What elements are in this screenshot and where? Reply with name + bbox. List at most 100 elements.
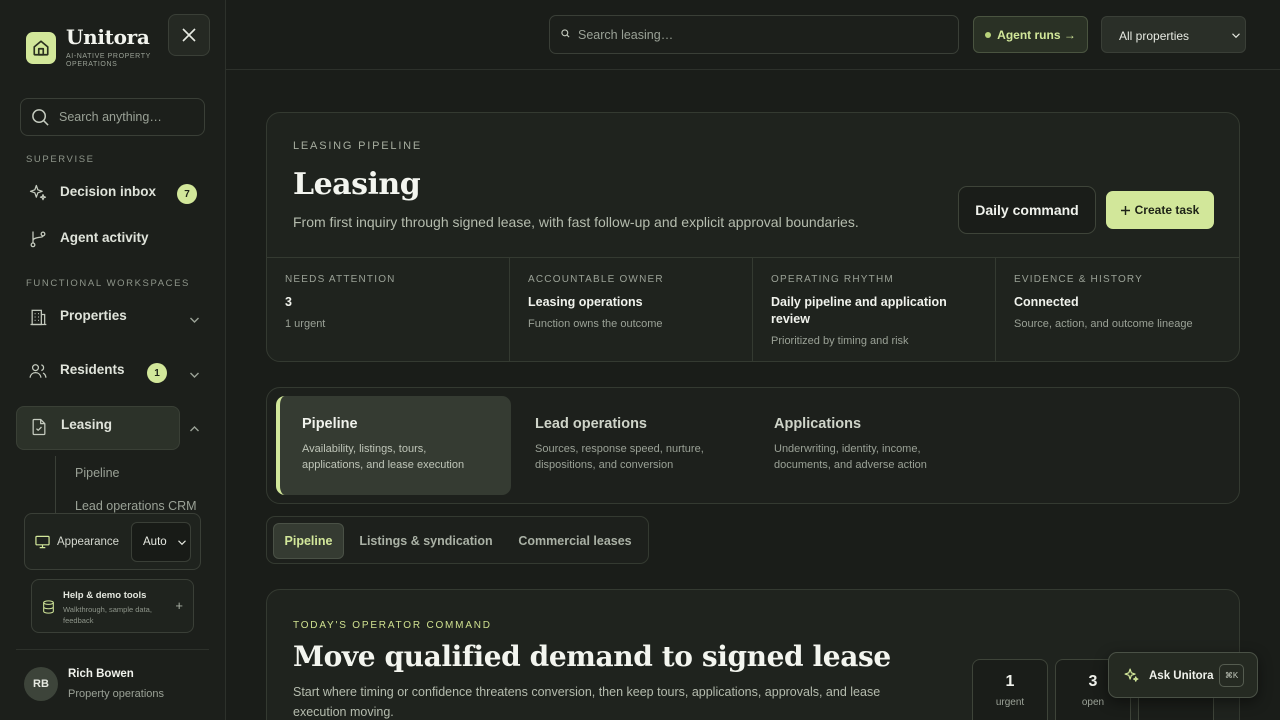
metric-evidence-history: EVIDENCE & HISTORY Connected Source, act…	[996, 258, 1239, 361]
monitor-icon	[35, 535, 50, 549]
property-select[interactable]: All properties	[1101, 16, 1246, 53]
user-name: Rich Bowen	[68, 668, 134, 680]
hero-eyebrow: LEASING PIPELINE	[293, 140, 423, 152]
brand-tagline: AI-NATIVE PROPERTY OPERATIONS	[66, 53, 151, 68]
metric-value: Daily pipeline and application review	[771, 295, 947, 326]
sidebar: Unitora AI-NATIVE PROPERTY OPERATIONS Se…	[0, 0, 226, 720]
ask-unitora-button[interactable]: Ask Unitora ⌘K	[1108, 652, 1258, 698]
metric-label: EVIDENCE & HISTORY	[1014, 274, 1144, 285]
page-subtitle: From first inquiry through signed lease,…	[293, 214, 859, 230]
command-title: Move qualified demand to signed lease	[293, 640, 891, 673]
appearance-value: Auto	[143, 536, 167, 548]
subnav-line	[55, 456, 56, 516]
close-sidebar-button[interactable]	[168, 14, 210, 56]
agent-runs-label: Agent runs →	[997, 27, 1076, 42]
user-role: Property operations	[68, 688, 164, 700]
ask-unitora-label: Ask Unitora	[1149, 670, 1214, 682]
chevron-down-icon	[190, 317, 199, 323]
sidebar-item-agent-activity[interactable]: Agent activity	[16, 216, 180, 260]
sidebar-item-leasing[interactable]: Leasing	[16, 406, 180, 450]
chevron-down-icon	[178, 540, 186, 546]
tab-pipeline[interactable]: Pipeline	[273, 523, 344, 559]
stat-value: 1	[1005, 673, 1015, 690]
leasing-hero-card: LEASING PIPELINE Leasing From first inqu…	[266, 112, 1240, 362]
metric-label: ACCOUNTABLE OWNER	[528, 274, 664, 285]
appearance-label: Appearance	[57, 536, 120, 548]
metric-sub: Source, action, and outcome lineage	[1014, 318, 1193, 330]
help-subtitle: Walkthrough, sample data, feedback	[63, 605, 152, 625]
decision-inbox-badge: 7	[177, 184, 197, 204]
workspace-desc: Sources, response speed, nurture, dispos…	[535, 443, 704, 471]
workspace-title: Applications	[774, 416, 862, 432]
command-eyebrow: TODAY'S OPERATOR COMMAND	[293, 620, 492, 631]
status-dot-icon	[985, 31, 992, 38]
users-icon	[29, 364, 47, 378]
database-icon	[43, 600, 54, 614]
daily-command-button[interactable]: Daily command	[958, 186, 1096, 234]
tab-listings-syndication[interactable]: Listings & syndication	[353, 523, 499, 559]
metric-sub: 1 urgent	[285, 318, 326, 330]
create-task-label: Create task	[1134, 203, 1200, 217]
metric-needs-attention: NEEDS ATTENTION 3 1 urgent	[267, 258, 510, 361]
metric-operating-rhythm: OPERATING RHYTHM Daily pipeline and appl…	[753, 258, 996, 361]
metric-accountable-owner: ACCOUNTABLE OWNER Leasing operations Fun…	[510, 258, 753, 361]
workspace-desc: Underwriting, identity, income, document…	[774, 443, 927, 471]
sidebar-divider	[16, 649, 209, 650]
home-logo-icon[interactable]	[26, 32, 56, 64]
page-title: Leasing	[293, 167, 421, 202]
workspace-title: Lead operations	[535, 416, 647, 432]
plus-icon: +	[175, 598, 183, 613]
subnav-item-lead-operations-crm[interactable]: Lead operations CRM	[75, 499, 197, 513]
agent-runs-button[interactable]: Agent runs →	[973, 16, 1088, 53]
sidebar-item-label: Residents	[60, 362, 125, 377]
metric-value: Connected	[1014, 295, 1079, 309]
sidebar-item-label: Leasing	[61, 417, 113, 432]
appearance-control: Appearance Auto	[24, 513, 201, 570]
sidebar-item-label: Agent activity	[60, 230, 149, 245]
chevron-down-icon	[190, 372, 199, 378]
keyboard-shortcut: ⌘K	[1219, 664, 1244, 687]
command-subtitle: Start where timing or confidence threate…	[293, 685, 881, 719]
create-task-button[interactable]: Create task	[1106, 191, 1214, 229]
sidebar-item-decision-inbox[interactable]: Decision inbox	[16, 170, 180, 214]
section-label-supervise: SUPERVISE	[26, 154, 95, 165]
sidebar-item-label: Decision inbox	[60, 184, 157, 199]
avatar[interactable]: RB	[24, 667, 58, 701]
building-icon	[30, 309, 47, 326]
tab-commercial-leases[interactable]: Commercial leases	[511, 523, 639, 559]
sidebar-item-label: Properties	[60, 308, 127, 323]
property-select-value: All properties	[1119, 29, 1190, 43]
leasing-search-placeholder: Search leasing…	[578, 28, 674, 42]
chevron-up-icon	[190, 426, 199, 432]
plus-icon	[1120, 205, 1130, 215]
search-icon	[561, 29, 570, 38]
help-demo-tools-button[interactable]: Help & demo tools Walkthrough, sample da…	[31, 579, 194, 633]
appearance-select[interactable]: Auto	[131, 522, 191, 562]
metric-sub: Function owns the outcome	[528, 318, 663, 330]
metric-value: Leasing operations	[528, 295, 643, 309]
workspace-switcher: Pipeline Availability, listings, tours, …	[266, 387, 1240, 504]
branch-icon	[30, 231, 46, 248]
sidebar-search-input[interactable]: Search anything…	[20, 98, 205, 136]
stat-label: urgent	[995, 697, 1025, 708]
workspace-desc: Availability, listings, tours, applicati…	[302, 443, 465, 471]
brand-name: Unitora	[66, 25, 150, 49]
section-label-workspaces: FUNCTIONAL WORKSPACES	[26, 278, 190, 289]
stat-label: open	[1081, 697, 1105, 708]
chevron-down-icon	[1232, 33, 1240, 39]
leasing-search-input[interactable]: Search leasing…	[549, 15, 959, 54]
sidebar-item-properties[interactable]: Properties	[16, 294, 180, 338]
view-tabs: Pipeline Listings & syndication Commerci…	[266, 516, 649, 564]
subnav-item-pipeline[interactable]: Pipeline	[75, 466, 119, 480]
workspace-card-applications[interactable]: Applications Underwriting, identity, inc…	[752, 396, 987, 495]
document-icon	[32, 418, 46, 436]
workspace-title: Pipeline	[302, 416, 358, 432]
metric-value: 3	[285, 295, 292, 309]
help-title: Help & demo tools	[63, 590, 147, 601]
stat-urgent: 1 urgent	[972, 659, 1048, 720]
workspace-card-lead-operations[interactable]: Lead operations Sources, response speed,…	[513, 396, 748, 495]
metric-label: OPERATING RHYTHM	[771, 274, 894, 285]
workspace-card-pipeline[interactable]: Pipeline Availability, listings, tours, …	[276, 396, 511, 495]
close-icon	[182, 28, 196, 42]
sparkle-icon	[1124, 668, 1139, 682]
